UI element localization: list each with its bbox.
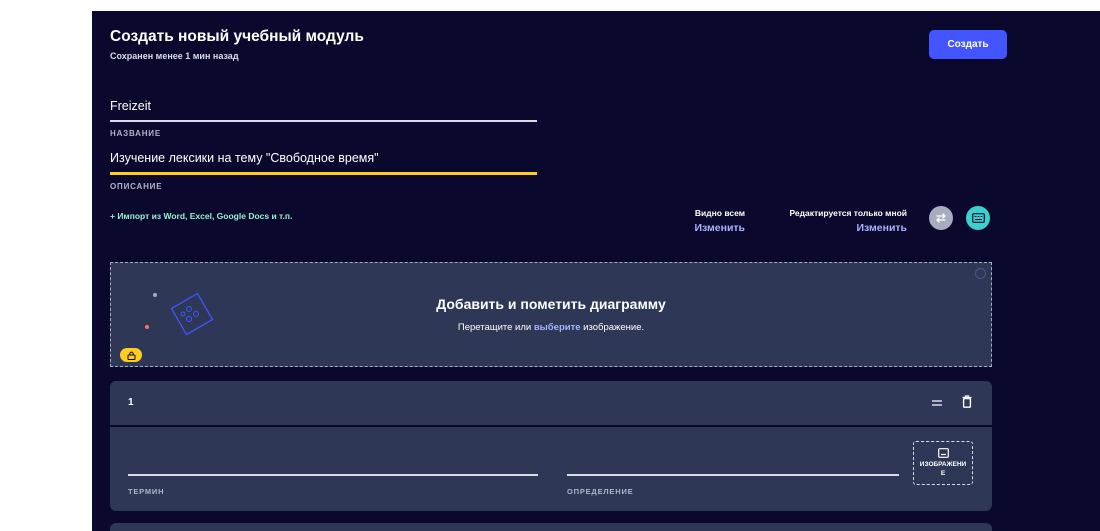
lock-icon <box>127 351 135 360</box>
description-input[interactable]: Изучение лексики на тему "Свободное врем… <box>110 151 379 165</box>
diagram-subtitle-after: изображение. <box>580 322 645 333</box>
term-card-header: 1 <box>110 381 992 427</box>
term-card-number: 1 <box>128 397 134 408</box>
add-image-label: ИЗОБРАЖЕНИЕ <box>919 461 967 477</box>
diagram-title: Добавить и пометить диаграмму <box>436 296 666 312</box>
edit-permission-change-link[interactable]: Изменить <box>755 222 907 234</box>
info-icon[interactable] <box>975 268 986 279</box>
keyboard-icon <box>971 213 985 223</box>
swap-icon <box>936 213 946 223</box>
term-input[interactable] <box>128 474 538 476</box>
term-label: ТЕРМИН <box>128 487 165 496</box>
title-input[interactable]: Freizeit <box>110 99 151 113</box>
visibility-change-link[interactable]: Изменить <box>670 222 745 234</box>
add-image-button[interactable]: ИЗОБРАЖЕНИЕ <box>913 441 973 485</box>
create-button[interactable]: Создать <box>929 30 1007 59</box>
diagram-upload-area[interactable]: Добавить и пометить диаграмму Перетащите… <box>110 262 992 367</box>
drag-handle-icon[interactable] <box>932 399 942 407</box>
edit-permission-label: Редактируется только мной <box>789 208 907 218</box>
visibility-setting: Видно всем Изменить <box>670 208 745 234</box>
visibility-label: Видно всем <box>694 208 745 218</box>
title-underline <box>110 120 537 122</box>
keyboard-button[interactable] <box>966 206 990 230</box>
title-label: НАЗВАНИЕ <box>110 129 161 138</box>
diagram-subtitle: Перетащите или выберите изображение. <box>111 322 991 333</box>
image-icon <box>937 448 949 458</box>
import-link[interactable]: + Импорт из Word, Excel, Google Docs и т… <box>110 211 292 221</box>
lock-badge <box>120 348 142 362</box>
edit-permission-setting: Редактируется только мной Изменить <box>755 208 907 234</box>
definition-label: ОПРЕДЕЛЕНИЕ <box>567 487 634 496</box>
trash-icon[interactable] <box>962 395 972 408</box>
choose-image-link[interactable]: выберите <box>534 322 581 333</box>
description-underline <box>110 172 537 175</box>
diagram-subtitle-before: Перетащите или <box>457 322 534 333</box>
definition-input[interactable] <box>567 474 899 476</box>
swap-button[interactable] <box>929 206 953 230</box>
next-term-card <box>110 523 992 531</box>
term-card: 1 ТЕРМИН ОПРЕДЕЛЕНИЕ ИЗОБРАЖЕНИЕ <box>110 381 992 511</box>
create-set-page: Создать новый учебный модуль Сохранен ме… <box>92 11 1100 531</box>
description-label: ОПИСАНИЕ <box>110 182 163 191</box>
saved-status: Сохранен менее 1 мин назад <box>110 51 239 61</box>
page-title: Создать новый учебный модуль <box>110 28 364 45</box>
